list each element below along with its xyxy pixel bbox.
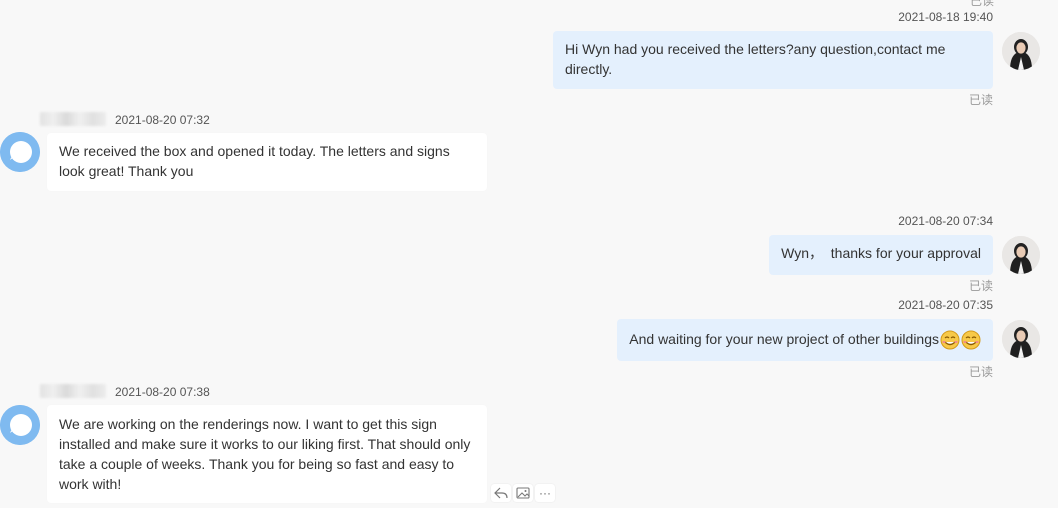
smile-emoji-icon (961, 330, 981, 350)
user-avatar-image (1002, 236, 1040, 274)
reply-button[interactable] (491, 484, 511, 502)
read-status: 已读 (968, 365, 993, 379)
chat-panel: 已读 2021-08-18 19:40 Hi Wyn had you recei… (0, 0, 1058, 508)
message-timestamp: 2021-08-20 07:34 (898, 214, 993, 228)
message-timestamp: 2021-08-20 07:32 (115, 113, 210, 127)
message-timestamp: 2021-08-20 07:35 (898, 298, 993, 312)
outgoing-message-bubble[interactable]: Wyn， thanks for your approval (769, 235, 993, 275)
user-avatar-image (1002, 320, 1040, 358)
incoming-message-bubble[interactable]: We are working on the renderings now. I … (47, 405, 487, 503)
more-button[interactable]: ··· (535, 484, 555, 502)
outgoing-message-bubble[interactable]: And waiting for your new project of othe… (617, 319, 993, 361)
message-text: And waiting for your new project of othe… (629, 331, 939, 347)
message-actions: ··· (491, 484, 555, 502)
user-avatar[interactable] (1002, 320, 1040, 358)
image-button[interactable] (513, 484, 533, 502)
sender-name-blurred (40, 384, 106, 398)
reply-icon (494, 487, 508, 499)
contact-avatar[interactable] (0, 405, 40, 445)
contact-avatar[interactable] (0, 132, 40, 172)
image-icon (516, 487, 530, 499)
contact-avatar-icon (0, 132, 40, 172)
incoming-message-bubble[interactable]: We received the box and opened it today.… (47, 133, 487, 191)
sender-name-blurred (40, 112, 106, 126)
user-avatar-image (1002, 32, 1040, 70)
user-avatar[interactable] (1002, 236, 1040, 274)
message-timestamp: 2021-08-20 07:38 (115, 385, 210, 399)
user-avatar[interactable] (1002, 32, 1040, 70)
smile-emoji-icon (940, 330, 960, 350)
read-status: 已读 (968, 93, 993, 107)
more-icon: ··· (539, 486, 551, 500)
outgoing-message-bubble[interactable]: Hi Wyn had you received the letters?any … (553, 31, 993, 89)
read-status: 已读 (969, 0, 994, 8)
message-timestamp: 2021-08-18 19:40 (898, 10, 993, 24)
contact-avatar-icon (0, 405, 40, 445)
read-status: 已读 (968, 279, 993, 293)
